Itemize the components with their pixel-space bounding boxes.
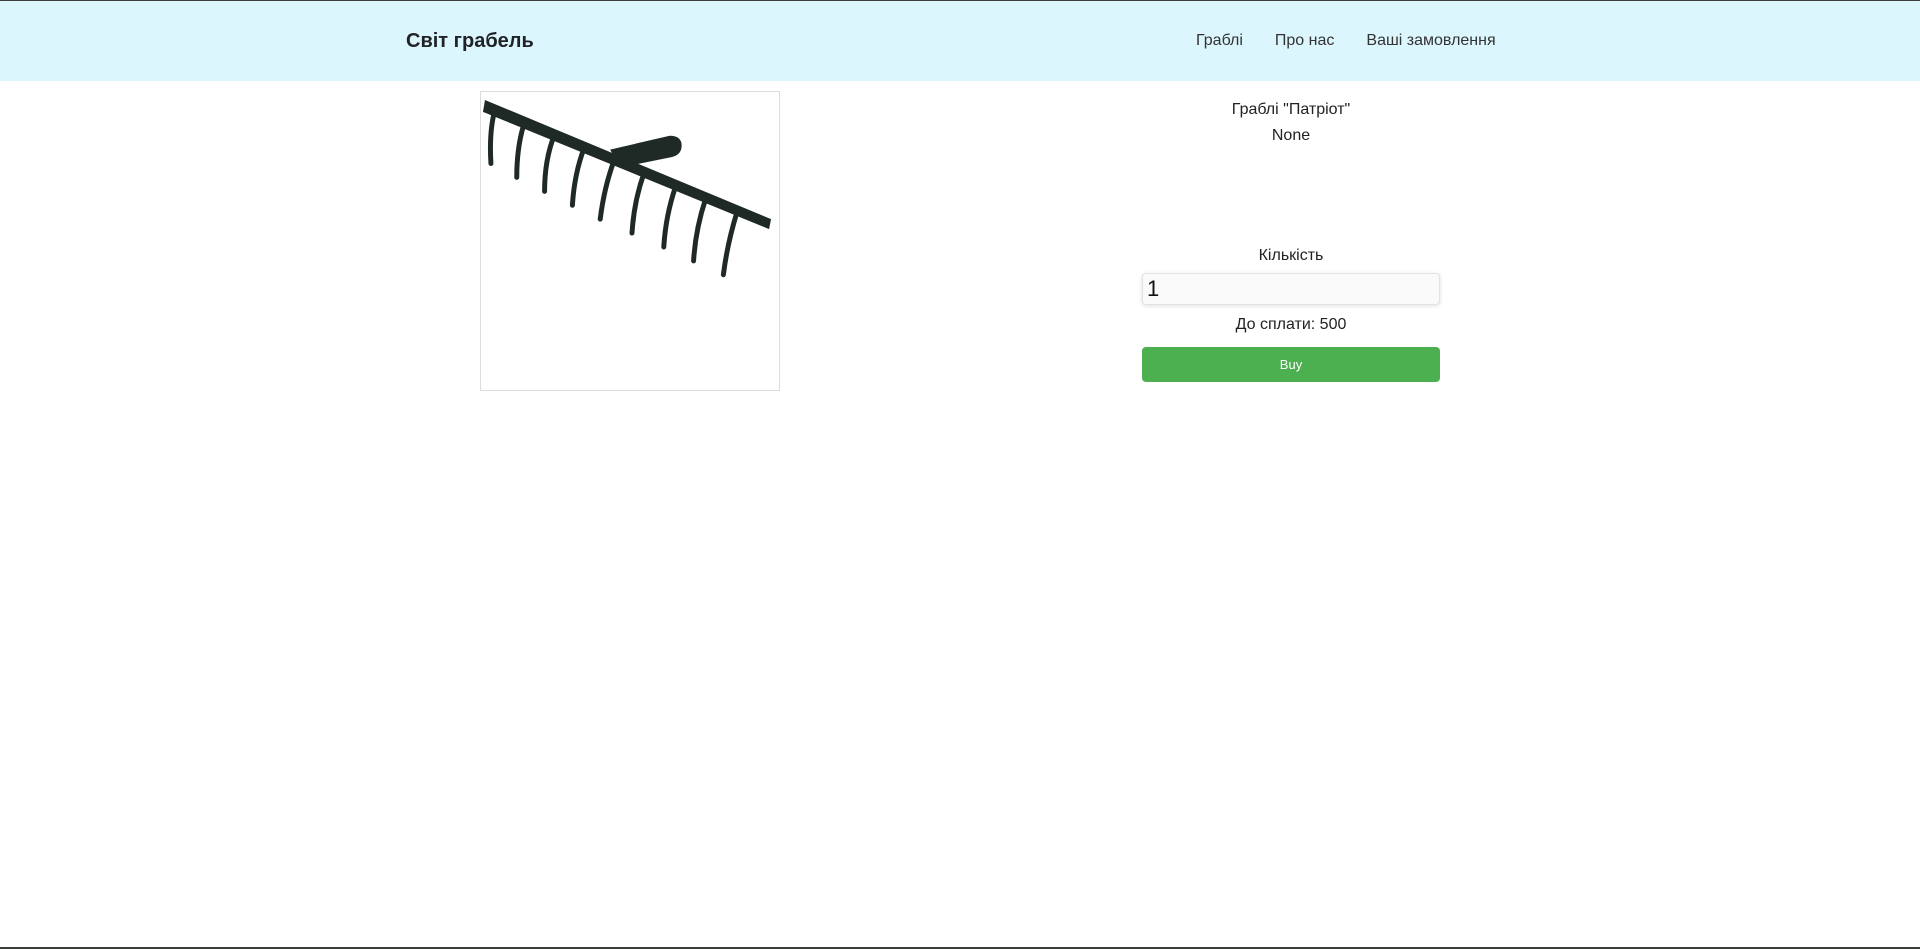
- product-title: Граблі "Патріот": [1231, 101, 1351, 118]
- brand-logo-text[interactable]: Світ грабель: [406, 29, 534, 53]
- page: Світ грабель Граблі Про нас Ваші замовле…: [0, 0, 1920, 949]
- quantity-label: Кількість: [1258, 247, 1324, 264]
- total-price: До сплати: 500: [1235, 316, 1347, 333]
- nav-link-orders[interactable]: Ваші замовлення: [1366, 31, 1495, 51]
- quantity-input[interactable]: [1142, 273, 1440, 305]
- nav-link-about[interactable]: Про нас: [1275, 31, 1334, 51]
- product-info: Граблі "Патріот" None Кількість До сплат…: [1142, 91, 1440, 382]
- main-nav: Граблі Про нас Ваші замовлення: [1196, 31, 1496, 51]
- nav-link-rakes[interactable]: Граблі: [1196, 31, 1243, 51]
- product-image: [480, 91, 780, 391]
- rake-image-icon: [482, 99, 772, 278]
- buy-button[interactable]: Buy: [1142, 347, 1440, 382]
- site-header: Світ грабель Граблі Про нас Ваші замовле…: [0, 1, 1920, 81]
- product-description: None: [1271, 127, 1311, 144]
